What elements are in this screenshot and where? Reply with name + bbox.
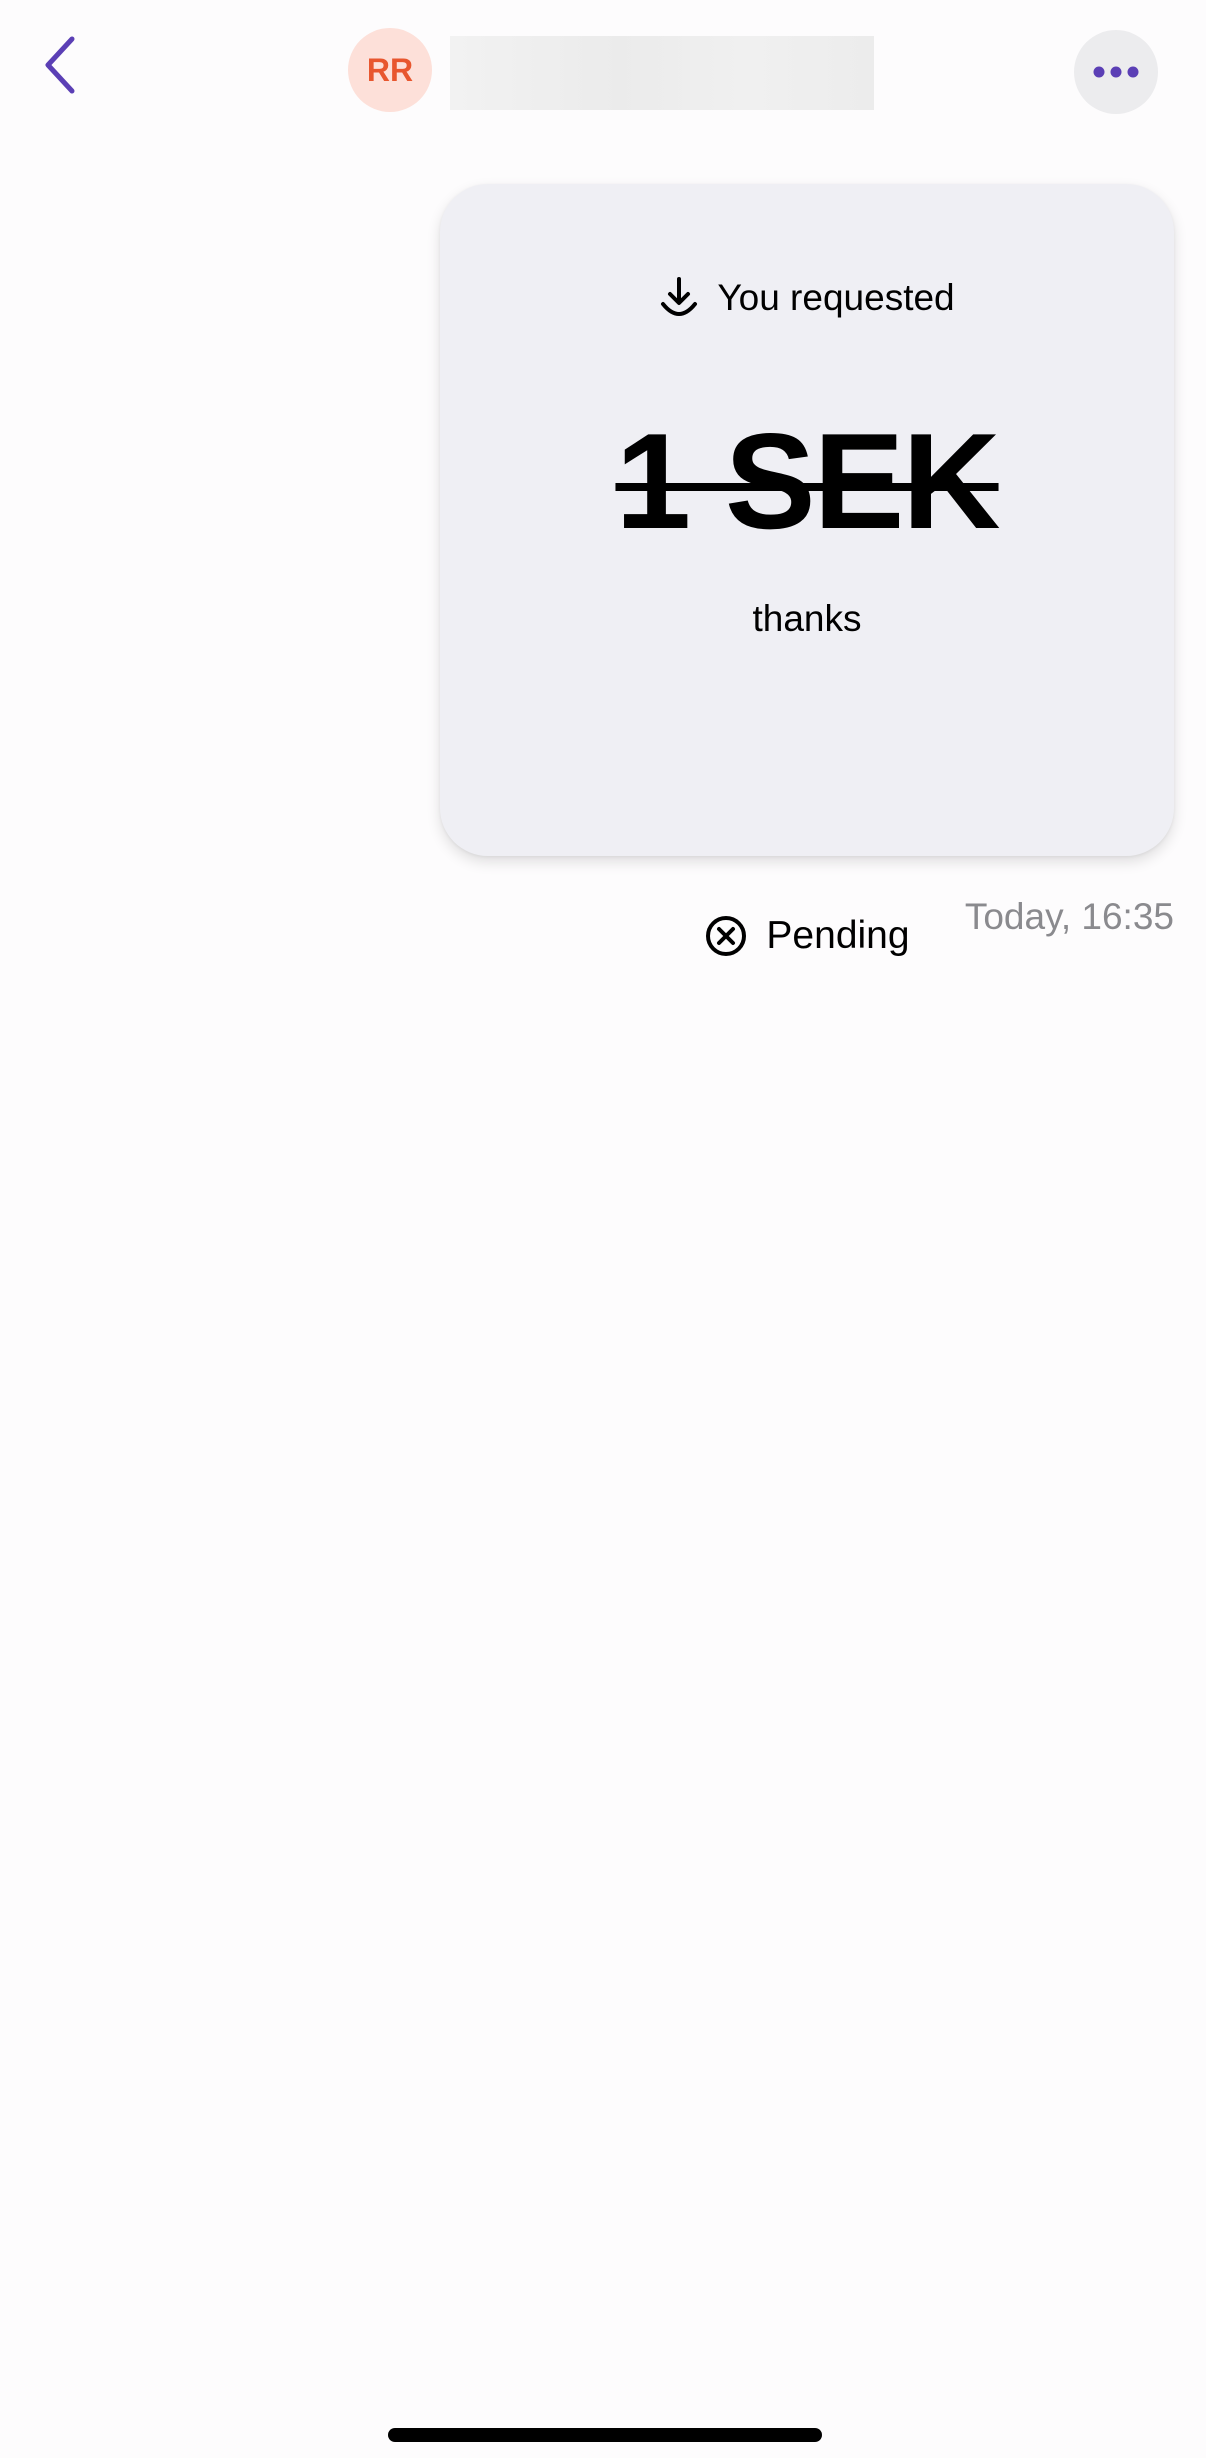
header: RR <box>0 0 1206 140</box>
chevron-left-icon <box>45 36 75 94</box>
more-options-button[interactable] <box>1074 30 1158 114</box>
circle-x-icon <box>706 916 747 956</box>
screen: RR You requested 1 SEK thanks Pending To… <box>0 0 1206 2458</box>
avatar-initials: RR <box>366 51 414 88</box>
request-message: thanks <box>752 598 862 639</box>
home-indicator[interactable] <box>388 2428 822 2442</box>
request-amount: 1 SEK <box>615 405 1000 557</box>
request-status-label: Pending <box>766 914 910 957</box>
payment-request-card[interactable]: You requested 1 SEK thanks Pending <box>440 184 1174 957</box>
message-timestamp: Today, 16:35 <box>964 896 1174 937</box>
ellipsis-icon <box>1093 66 1139 78</box>
request-direction-label: You requested <box>717 277 955 318</box>
avatar[interactable]: RR <box>348 28 432 112</box>
back-button[interactable] <box>30 30 90 100</box>
request-direction: You requested <box>440 270 1174 326</box>
download-arrow-icon <box>661 277 698 316</box>
contact-name[interactable] <box>450 36 874 110</box>
